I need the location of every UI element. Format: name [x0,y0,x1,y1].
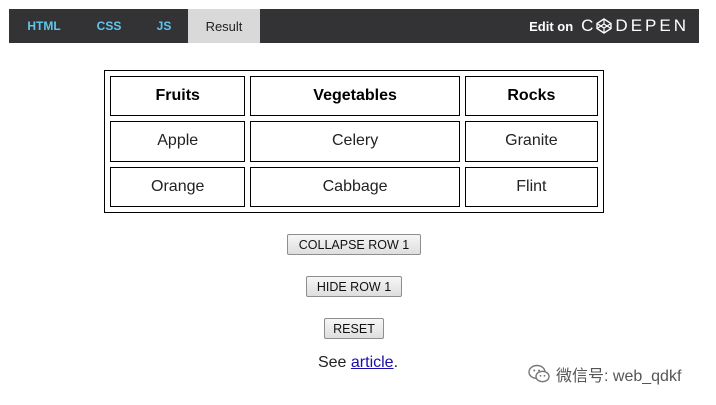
table-header-row: Fruits Vegetables Rocks [110,76,598,117]
active-tab-indicator [208,34,224,42]
table-row: Apple Celery Granite [110,121,598,162]
reset-button[interactable]: RESET [324,318,384,339]
table-cell: Celery [250,121,460,162]
codepen-logo-text: DEPEN [615,16,689,35]
table-cell: Flint [464,166,598,207]
demo-table: Fruits Vegetables Rocks Apple Celery Gra… [104,70,604,213]
header-vegetables: Vegetables [250,76,460,117]
see-prefix: See [317,354,351,371]
tab-js[interactable]: JS [149,9,179,43]
codepen-c-glyph: C [581,16,594,35]
table-cell: Apple [110,121,246,162]
codepen-cube-icon [596,18,613,34]
table-row: Orange Cabbage Flint [110,166,598,207]
wechat-watermark: 微信号: web_qdkf [528,362,681,386]
tab-html[interactable]: HTML [19,9,69,43]
codepen-embed-bar: HTML CSS JS Result Edit on C DEPEN [9,9,699,43]
codepen-logo: C DEPEN [581,16,689,36]
watermark-text: 微信号: web_qdkf [556,368,682,385]
header-rocks: Rocks [464,76,598,117]
header-fruits: Fruits [110,76,246,117]
wechat-icon [528,364,550,383]
collapse-row-button[interactable]: COLLAPSE ROW 1 [287,234,421,255]
table-cell: Orange [110,166,246,207]
table-cell: Cabbage [250,166,460,207]
edit-on-codepen-link[interactable]: Edit on C DEPEN [529,9,689,43]
tab-css[interactable]: CSS [89,9,129,43]
tab-result[interactable]: Result [188,9,260,43]
see-suffix: . [393,354,399,371]
edit-on-label: Edit on [529,18,574,34]
hide-row-button[interactable]: HIDE ROW 1 [306,276,402,297]
data-table: Fruits Vegetables Rocks Apple Celery Gra… [105,71,603,212]
table-cell: Granite [464,121,598,162]
article-link[interactable]: article [351,354,394,371]
